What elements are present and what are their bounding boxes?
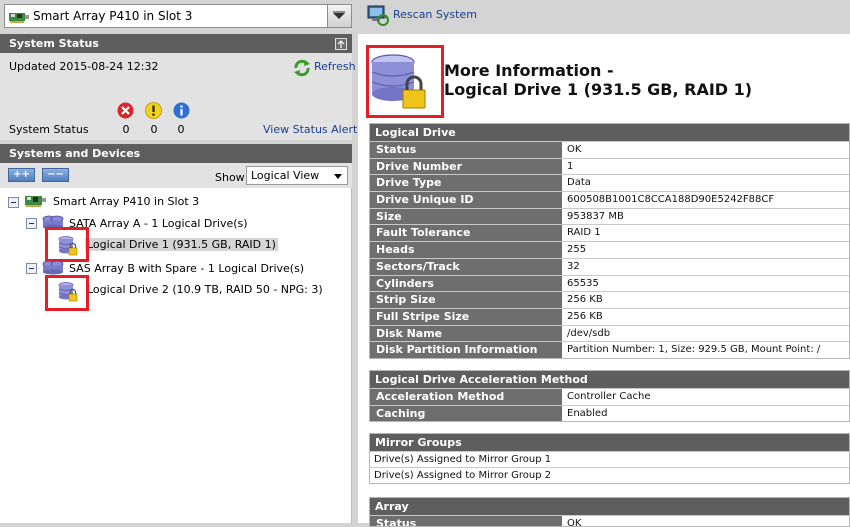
- mirror-groups-group: Mirror Groups Drive(s) Assigned to Mirro…: [369, 433, 850, 484]
- group-header: Logical Drive Acceleration Method: [370, 371, 849, 388]
- systems-devices-header: Systems and Devices: [0, 144, 352, 163]
- rescan-icon: [366, 3, 390, 27]
- property-row: Drive Number 1: [370, 157, 849, 175]
- acceleration-group: Logical Drive Acceleration Method Accele…: [369, 370, 850, 423]
- property-row: Heads 255: [370, 241, 849, 258]
- property-value: 256 KB: [567, 310, 603, 322]
- property-value: Data: [567, 177, 591, 189]
- critical-count: 0: [122, 123, 130, 136]
- property-row: Sectors/Track 32: [370, 257, 849, 275]
- property-value: 1: [567, 160, 574, 172]
- property-value: Enabled: [567, 407, 608, 419]
- refresh-label: Refresh: [314, 60, 356, 73]
- property-value: OK: [567, 518, 582, 527]
- view-status-alerts-link[interactable]: View Status Alerts: [263, 123, 363, 136]
- collapse-all-button[interactable]: −−: [42, 168, 69, 182]
- tree-item-array-b[interactable]: SAS Array B with Spare - 1 Logical Drive…: [69, 262, 304, 275]
- property-value: 65535: [567, 277, 599, 289]
- mirror-group-row: Drive(s) Assigned to Mirror Group 1: [370, 451, 849, 467]
- group-header: Mirror Groups: [370, 434, 849, 451]
- warning-count: 0: [150, 123, 158, 136]
- property-row: Fault Tolerance RAID 1: [370, 224, 849, 242]
- critical-icon: [117, 102, 134, 119]
- property-value: Partition Number: 1, Size: 929.5 GB, Mou…: [567, 344, 821, 356]
- tree-toggle-array-b[interactable]: [26, 263, 37, 274]
- view-mode-select[interactable]: Logical View: [246, 166, 348, 185]
- property-name: Fault Tolerance: [370, 225, 562, 242]
- property-row: Drive Type Data: [370, 174, 849, 192]
- tree-item-logical-drive-1[interactable]: Logical Drive 1 (931.5 GB, RAID 1): [85, 238, 278, 251]
- property-name: Cylinders: [370, 275, 562, 292]
- updated-timestamp: Updated 2015-08-24 12:32: [9, 60, 159, 73]
- detail-subtitle: Logical Drive 1 (931.5 GB, RAID 1): [444, 80, 753, 99]
- property-value: 953837 MB: [567, 210, 624, 222]
- tree-item-logical-drive-2[interactable]: Logical Drive 2 (10.9 TB, RAID 50 - NPG:…: [87, 283, 323, 296]
- highlight-box-detail-icon: [366, 45, 444, 118]
- system-status-label: System Status: [9, 123, 89, 136]
- controller-select-value: Smart Array P410 in Slot 3: [33, 9, 193, 23]
- group-header: Array: [370, 498, 849, 515]
- tree-toggle-controller[interactable]: [8, 197, 19, 208]
- controller-icon: [25, 194, 47, 208]
- system-status-header: System Status: [0, 34, 352, 53]
- controller-select[interactable]: Smart Array P410 in Slot 3: [4, 4, 352, 28]
- property-row: Size 953837 MB: [370, 207, 849, 225]
- property-name: Heads: [370, 242, 562, 258]
- property-name: Strip Size: [370, 292, 562, 308]
- property-value: Controller Cache: [567, 391, 651, 402]
- mirror-group-row: Drive(s) Assigned to Mirror Group 2: [370, 467, 849, 483]
- property-name: Status: [370, 516, 562, 526]
- property-row: Caching Enabled: [370, 404, 849, 422]
- info-count: 0: [177, 123, 185, 136]
- property-name: Drive Type: [370, 175, 562, 192]
- property-row: Drive Unique ID 600508B1001C8CCA188D90E52…: [370, 191, 849, 208]
- property-value: RAID 1: [567, 227, 601, 239]
- property-name: Acceleration Method: [370, 389, 562, 405]
- property-row: Cylinders 65535: [370, 274, 849, 292]
- highlight-box-ld1: [45, 227, 89, 262]
- info-icon: [173, 102, 190, 119]
- expand-all-button[interactable]: ++: [8, 168, 35, 182]
- logical-drive-group: Logical Drive Status OK Drive Number 1 Drive…: [369, 123, 850, 359]
- property-name: Sectors/Track: [370, 258, 562, 275]
- property-row: Acceleration Method Controller Cache: [370, 388, 849, 405]
- view-mode-value: Logical View: [251, 169, 320, 182]
- property-name: Drive Unique ID: [370, 192, 562, 208]
- property-value: 256 KB: [567, 294, 603, 306]
- property-name: Drive Number: [370, 158, 562, 175]
- property-row: Status OK: [370, 141, 849, 158]
- array-icon: [42, 259, 64, 275]
- property-value: OK: [567, 144, 582, 155]
- collapse-panel-icon[interactable]: [335, 38, 347, 50]
- chevron-down-icon[interactable]: [327, 5, 351, 27]
- show-label: Show: [215, 171, 245, 184]
- rescan-system-label: Rescan System: [393, 8, 477, 21]
- detail-title: More Information -: [444, 61, 614, 80]
- tree-item-controller[interactable]: Smart Array P410 in Slot 3: [53, 195, 199, 208]
- warning-icon: [145, 102, 162, 119]
- highlight-box-ld2: [45, 275, 89, 311]
- property-name: Full Stripe Size: [370, 308, 562, 325]
- property-value: /dev/sdb: [567, 327, 611, 339]
- property-row: Disk Name/dev/sdb: [370, 324, 849, 342]
- property-value: 255: [567, 244, 587, 256]
- group-header: Logical Drive: [370, 124, 849, 141]
- controller-card-icon: [9, 11, 29, 23]
- refresh-icon: [292, 58, 312, 78]
- tree-toggle-array-a[interactable]: [26, 218, 37, 229]
- property-value: 600508B1001C8CCA188D90E5242F88CF: [567, 194, 775, 206]
- property-name: Caching: [370, 405, 562, 422]
- property-name: Size: [370, 208, 562, 225]
- property-name: Status: [370, 142, 562, 158]
- property-row: Full Stripe Size 256 KB: [370, 307, 849, 325]
- property-value: 32: [567, 260, 580, 272]
- chevron-down-icon: [334, 174, 342, 179]
- property-name: Disk Partition Information: [370, 342, 562, 358]
- property-row: Status OK: [370, 515, 849, 527]
- property-row: Disk Partition Information Partition Numb…: [370, 341, 849, 358]
- tree-item-array-a[interactable]: SATA Array A - 1 Logical Drive(s): [69, 217, 248, 230]
- property-row: Strip Size 256 KB: [370, 291, 849, 308]
- property-name: Disk Name: [370, 325, 562, 342]
